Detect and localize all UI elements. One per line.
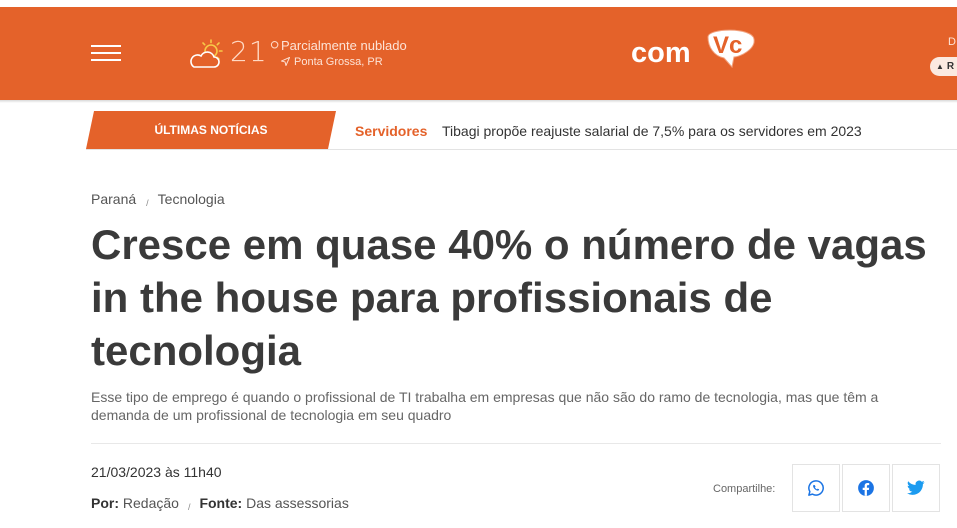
- byline: Por: Redação / Fonte: Das assessorias: [91, 495, 349, 512]
- location-label: Ponta Grossa, PR: [294, 56, 383, 68]
- share-twitter-button[interactable]: [892, 464, 940, 512]
- location-arrow-icon: [280, 56, 291, 67]
- temperature-value: 21°: [230, 35, 283, 68]
- svg-text:Vc: Vc: [713, 32, 742, 59]
- breadcrumb: Paraná / Tecnologia: [91, 191, 225, 208]
- share-whatsapp-button[interactable]: [792, 464, 840, 512]
- svg-text:com: com: [631, 37, 691, 69]
- author-name: Redação: [122, 495, 179, 511]
- partly-cloudy-icon: [188, 39, 226, 71]
- caret-up-icon: ▲: [936, 62, 944, 71]
- ticker-category-link[interactable]: Servidores: [355, 123, 427, 139]
- site-header: 21° Parcialmente nublado Ponta Grossa, P…: [0, 7, 957, 100]
- latest-news-label: ÚLTIMAS NOTÍCIAS: [86, 111, 336, 149]
- breadcrumb-item-tecnologia[interactable]: Tecnologia: [158, 191, 225, 207]
- header-right-text: D: [948, 36, 956, 48]
- source-name: Das assessorias: [246, 495, 349, 511]
- breadcrumb-separator: /: [146, 198, 149, 208]
- source-label: Fonte:: [199, 495, 243, 511]
- twitter-icon: [907, 480, 925, 495]
- weather-description: Parcialmente nublado: [281, 38, 407, 53]
- ticker-headline-link[interactable]: Tibagi propõe reajuste salarial de 7,5% …: [442, 123, 862, 139]
- publish-date: 21/03/2023 às 11h40: [91, 464, 222, 480]
- whatsapp-icon: [808, 480, 824, 496]
- divider: [91, 443, 941, 444]
- share-facebook-button[interactable]: [842, 464, 890, 512]
- breadcrumb-item-parana[interactable]: Paraná: [91, 191, 136, 207]
- header-shadow: [0, 100, 957, 103]
- byline-separator: /: [187, 502, 191, 512]
- share-label: Compartilhe:: [713, 483, 776, 495]
- weather-location: Ponta Grossa, PR: [280, 56, 383, 68]
- article-title: Cresce em quase 40% o número de vagas in…: [91, 221, 927, 374]
- comvc-logo[interactable]: com Vc: [628, 23, 756, 89]
- header-right-pill[interactable]: ▲ R: [930, 57, 957, 76]
- author-label: Por:: [91, 495, 119, 511]
- hamburger-menu-icon[interactable]: [91, 45, 121, 61]
- latest-news-ticker: ÚLTIMAS NOTÍCIAS Servidores Tibagi propõ…: [86, 111, 957, 150]
- article-subtitle: Esse tipo de emprego é quando o profissi…: [91, 389, 879, 423]
- facebook-icon: [858, 480, 874, 496]
